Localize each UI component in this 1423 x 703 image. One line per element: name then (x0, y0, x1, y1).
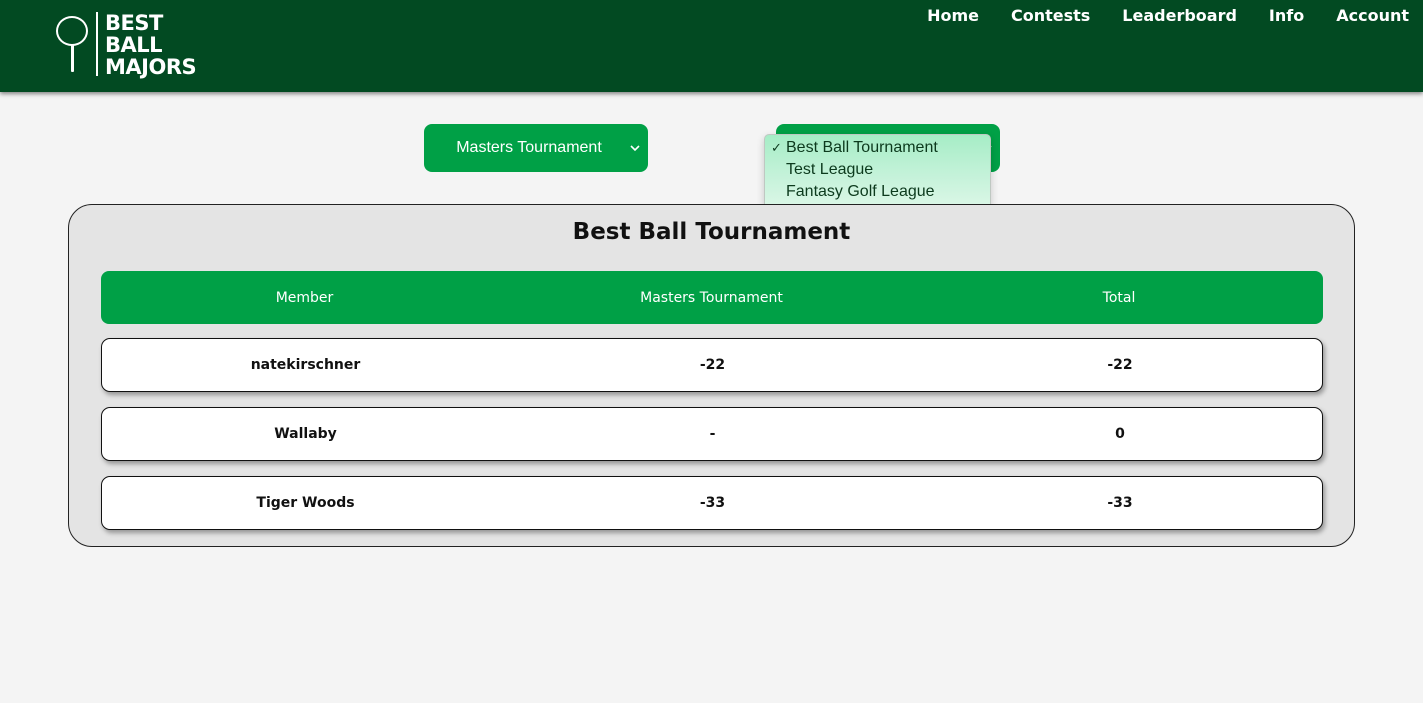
chevron-down-icon (628, 139, 642, 157)
checkmark-icon: ✓ (771, 140, 782, 155)
brand-line-1: BEST (105, 11, 163, 35)
league-dropdown-menu: ✓ Best Ball Tournament Test League Fanta… (764, 134, 991, 209)
site-header: BEST BALL MAJORS Home Contests Leaderboa… (0, 0, 1423, 92)
table-row[interactable]: Tiger Woods -33 -33 (101, 476, 1323, 530)
member-name: Wallaby (274, 426, 337, 442)
total-score: -22 (1107, 357, 1133, 373)
member-name: natekirschner (250, 357, 361, 373)
golf-ball-icon (56, 16, 88, 46)
league-option-label: Fantasy Golf League (786, 183, 935, 200)
brand-logo[interactable]: BEST BALL MAJORS (56, 11, 197, 80)
tournament-score: -33 (699, 495, 726, 511)
league-option-test-league[interactable]: Test League (765, 159, 990, 181)
total-score: -33 (1107, 495, 1133, 511)
nav-home[interactable]: Home (927, 6, 979, 26)
nav-account[interactable]: Account (1336, 6, 1409, 26)
table-header: Member Masters Tournament Total (101, 271, 1323, 324)
brand-line-3: MAJORS (105, 55, 197, 79)
nav-info[interactable]: Info (1269, 6, 1304, 26)
brand-name: BEST BALL MAJORS (105, 11, 197, 79)
column-header-tournament: Masters Tournament (640, 289, 783, 306)
league-option-best-ball-tournament[interactable]: ✓ Best Ball Tournament (765, 137, 990, 159)
tournament-select-value: Masters Tournament (456, 139, 602, 156)
tournament-score: - (709, 426, 716, 442)
table-row[interactable]: Wallaby - 0 (101, 407, 1323, 461)
league-option-label: Test League (786, 161, 874, 178)
league-option-label: Best Ball Tournament (786, 139, 938, 156)
column-header-member: Member (275, 289, 334, 306)
table-row[interactable]: natekirschner -22 -22 (101, 338, 1323, 392)
golf-tee-icon (71, 44, 74, 72)
total-score: 0 (1115, 426, 1125, 442)
column-header-total: Total (1102, 289, 1136, 306)
nav-contests[interactable]: Contests (1011, 6, 1090, 26)
logo-divider (96, 12, 98, 76)
nav-leaderboard[interactable]: Leaderboard (1122, 6, 1237, 26)
tournament-select[interactable]: Masters Tournament (424, 124, 648, 172)
member-name: Tiger Woods (256, 495, 355, 511)
main-nav: Home Contests Leaderboard Info Account (895, 6, 1409, 26)
leaderboard-title: Best Ball Tournament (572, 219, 851, 245)
tournament-score: -22 (699, 357, 726, 373)
league-option-fantasy-golf-league[interactable]: Fantasy Golf League (765, 181, 990, 203)
leaderboard-panel: Best Ball Tournament Member Masters Tour… (68, 204, 1355, 547)
brand-line-2: BALL (105, 33, 163, 57)
